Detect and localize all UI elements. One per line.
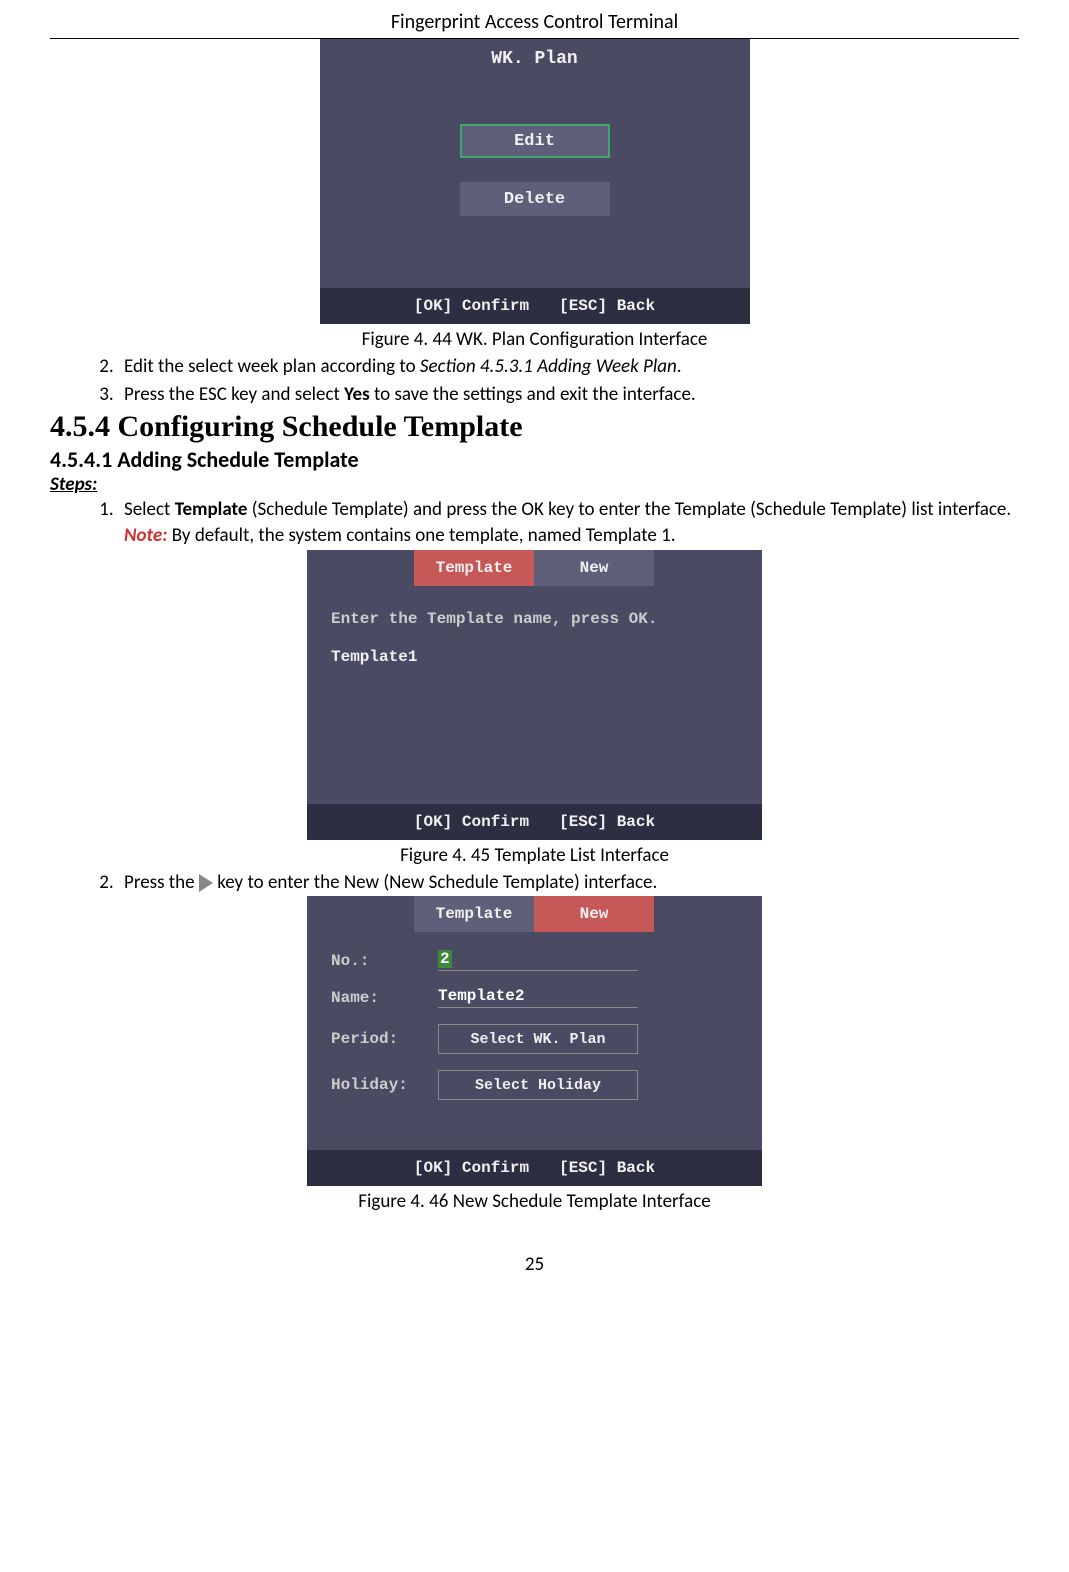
- tab-new[interactable]: New: [534, 550, 654, 586]
- screen-footer: [OK] Confirm [ESC] Back: [307, 804, 762, 840]
- ok-hint: [OK] Confirm: [414, 813, 529, 831]
- step-2b: Press the key to enter the New (New Sche…: [118, 869, 1019, 897]
- period-select[interactable]: Select WK. Plan: [438, 1024, 638, 1054]
- figure-caption-46: Figure 4. 46 New Schedule Template Inter…: [50, 1190, 1019, 1213]
- figure-caption-45: Figure 4. 45 Template List Interface: [50, 844, 1019, 867]
- screen-footer: [OK] Confirm [ESC] Back: [307, 1150, 762, 1186]
- figure-caption-44: Figure 4. 44 WK. Plan Configuration Inte…: [50, 328, 1019, 351]
- esc-hint: [ESC] Back: [559, 1159, 655, 1177]
- new-template-screen: Template New No.: 2 Name: Template2 Peri…: [307, 896, 762, 1186]
- prompt-text: Enter the Template name, press OK.: [307, 586, 762, 628]
- delete-button[interactable]: Delete: [460, 182, 610, 216]
- tab-template[interactable]: Template: [414, 896, 534, 932]
- tab-spacer-right: [654, 896, 762, 932]
- step-2: Edit the select week plan according to S…: [118, 353, 1019, 381]
- section-454: 4.5.4 Configuring Schedule Template: [50, 410, 1019, 444]
- wk-plan-screen: WK. Plan Edit Delete [OK] Confirm [ESC] …: [320, 39, 750, 324]
- label-no: No.:: [331, 952, 426, 970]
- template-list-screen: Template New Enter the Template name, pr…: [307, 550, 762, 840]
- esc-hint: [ESC] Back: [559, 297, 655, 315]
- label-name: Name:: [331, 989, 426, 1007]
- ok-hint: [OK] Confirm: [414, 1159, 529, 1177]
- step-1: Select Template (Schedule Template) and …: [118, 496, 1019, 549]
- page-number: 25: [50, 1253, 1019, 1296]
- tab-spacer: [307, 550, 414, 586]
- name-field[interactable]: Template2: [438, 987, 524, 1005]
- steps-label: Steps:: [50, 473, 1019, 496]
- holiday-select[interactable]: Select Holiday: [438, 1070, 638, 1100]
- tab-template[interactable]: Template: [414, 550, 534, 586]
- edit-button[interactable]: Edit: [460, 124, 610, 158]
- tab-spacer: [307, 896, 414, 932]
- label-period: Period:: [331, 1030, 426, 1048]
- section-4541: 4.5.4.1 Adding Schedule Template: [50, 446, 1019, 473]
- tab-new[interactable]: New: [534, 896, 654, 932]
- tab-spacer-right: [654, 550, 762, 586]
- label-holiday: Holiday:: [331, 1076, 426, 1094]
- step-3: Press the ESC key and select Yes to save…: [118, 381, 1019, 409]
- page-header: Fingerprint Access Control Terminal: [50, 0, 1019, 39]
- ok-hint: [OK] Confirm: [414, 297, 529, 315]
- esc-hint: [ESC] Back: [559, 813, 655, 831]
- right-arrow-icon: [199, 874, 213, 892]
- screen-footer: [OK] Confirm [ESC] Back: [320, 288, 750, 324]
- template-entry[interactable]: Template1: [307, 628, 762, 666]
- no-field[interactable]: 2: [438, 950, 452, 968]
- screen-title: WK. Plan: [320, 39, 750, 69]
- note-label: Note:: [124, 524, 167, 547]
